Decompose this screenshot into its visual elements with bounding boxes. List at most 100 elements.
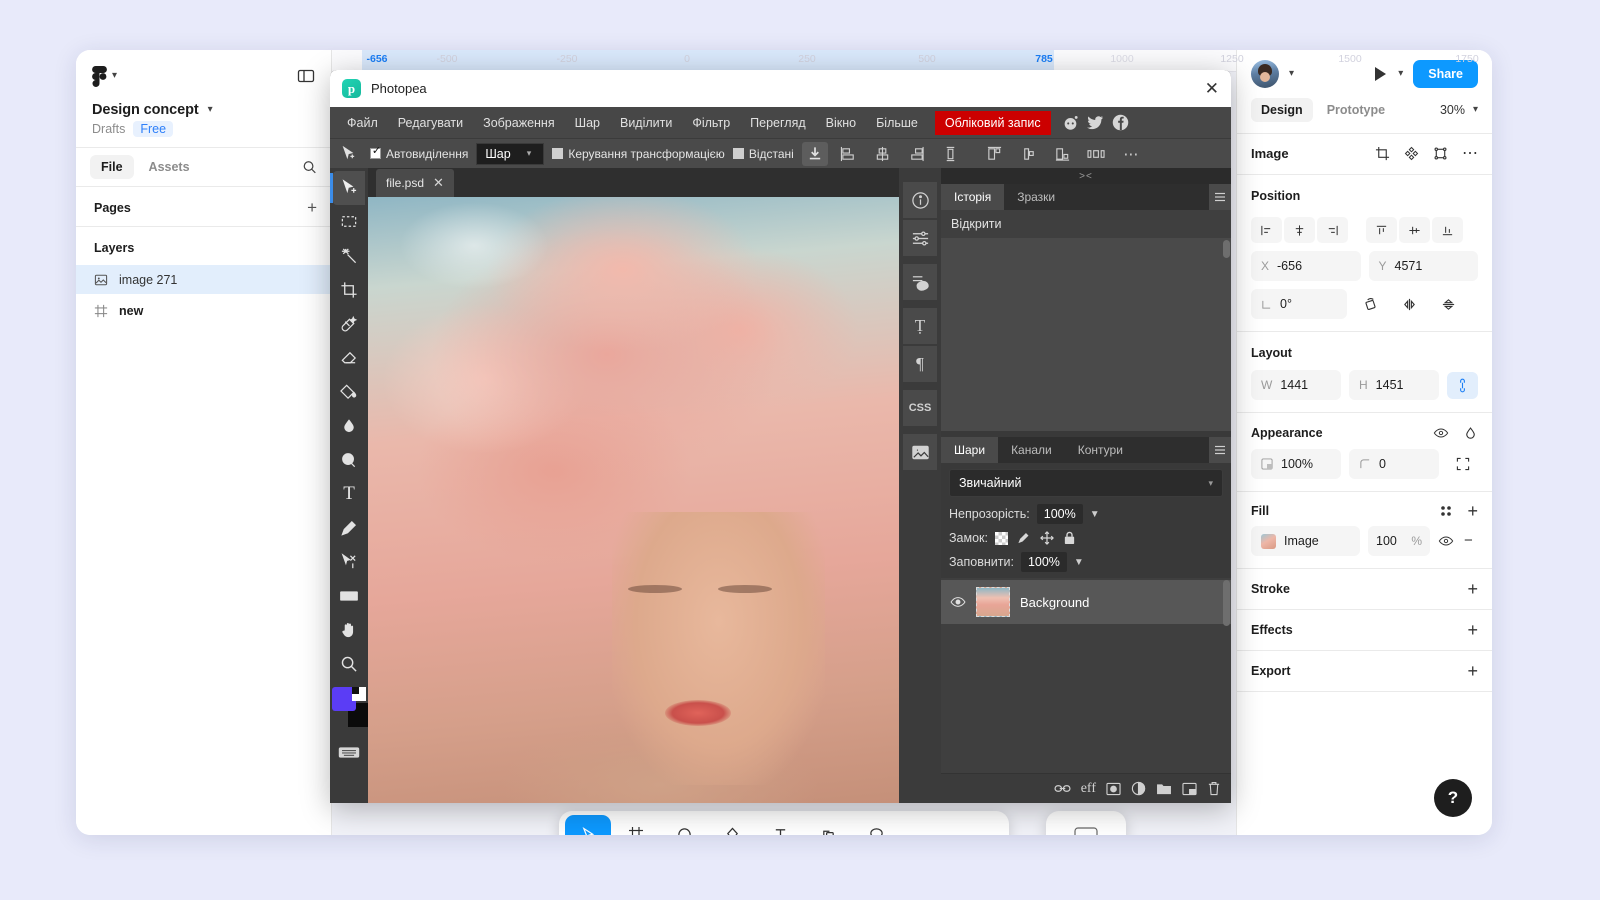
- adjustment-layer-icon[interactable]: [1131, 781, 1146, 796]
- new-layer-icon[interactable]: [1182, 782, 1197, 796]
- move-tool-icon[interactable]: [565, 815, 611, 835]
- effects-section[interactable]: Effects +: [1237, 610, 1492, 651]
- rotation-field[interactable]: 0°: [1251, 289, 1347, 319]
- layer-mask-icon[interactable]: [1106, 782, 1121, 796]
- delete-layer-icon[interactable]: [1207, 781, 1221, 796]
- menu-layer[interactable]: Шар: [566, 112, 609, 134]
- menu-filter[interactable]: Фільтр: [683, 112, 739, 134]
- brush-settings-icon[interactable]: [903, 264, 937, 300]
- more-icon[interactable]: ⋯: [1118, 142, 1144, 166]
- components-icon[interactable]: [1404, 146, 1419, 161]
- menu-image[interactable]: Зображення: [474, 112, 563, 134]
- fill-opacity-field[interactable]: 100 %: [1368, 526, 1430, 556]
- opacity-value[interactable]: 100%: [1037, 504, 1083, 524]
- move-tool-icon[interactable]: [333, 171, 365, 205]
- style-library-icon[interactable]: [1439, 504, 1453, 518]
- lock-all-icon[interactable]: [1063, 531, 1076, 545]
- corner-radius-field[interactable]: 0: [1349, 449, 1439, 479]
- panel-menu-icon[interactable]: [1209, 184, 1231, 210]
- eye-icon[interactable]: [1433, 425, 1449, 441]
- align-horizontal-centers-icon[interactable]: [870, 142, 896, 166]
- layers-scrollbar[interactable]: [1223, 580, 1230, 626]
- lock-position-icon[interactable]: [1040, 531, 1054, 545]
- tab-prototype[interactable]: Prototype: [1317, 98, 1395, 122]
- menu-file[interactable]: Файл: [338, 112, 387, 134]
- blur-tool-icon[interactable]: [333, 409, 365, 443]
- tab-design[interactable]: Design: [1251, 98, 1313, 122]
- blend-mode-select[interactable]: Звичайний ▾: [949, 469, 1223, 497]
- menu-edit[interactable]: Редагувати: [389, 112, 472, 134]
- avatar[interactable]: [1251, 60, 1279, 88]
- close-icon[interactable]: ✕: [1205, 80, 1219, 97]
- distances-checkbox[interactable]: Відстані: [733, 147, 794, 161]
- account-button[interactable]: Обліковий запис: [935, 111, 1051, 135]
- history-scrollbar[interactable]: [1223, 240, 1230, 258]
- independent-corners-icon[interactable]: [1447, 451, 1478, 478]
- panel-menu-icon[interactable]: [1209, 437, 1231, 463]
- plus-icon[interactable]: +: [1467, 624, 1478, 636]
- pen-tool-icon[interactable]: [709, 815, 755, 835]
- stroke-section[interactable]: Stroke +: [1237, 569, 1492, 610]
- panel-toggle-icon[interactable]: [297, 67, 315, 85]
- keyboard-icon[interactable]: [333, 735, 365, 769]
- align-bottom-edges-icon[interactable]: [1050, 142, 1076, 166]
- fill-dropdown-icon[interactable]: ▼: [1074, 557, 1084, 568]
- layer-effects-icon[interactable]: eff: [1081, 781, 1096, 797]
- breadcrumb-drafts[interactable]: Drafts: [92, 122, 125, 136]
- present-play-icon[interactable]: [1375, 67, 1386, 81]
- figma-menu-button[interactable]: ▾: [92, 66, 117, 87]
- patch-tool-icon[interactable]: [333, 307, 365, 341]
- align-vertical-centers-icon[interactable]: [1016, 142, 1042, 166]
- dodge-tool-icon[interactable]: [333, 443, 365, 477]
- pen-tool-icon[interactable]: [333, 511, 365, 545]
- swap-colors-icon[interactable]: [352, 687, 359, 694]
- search-icon[interactable]: [302, 160, 317, 175]
- history-panel-body[interactable]: [941, 238, 1231, 431]
- present-chevron-down-icon[interactable]: ▾: [1398, 69, 1403, 79]
- lock-pixels-icon[interactable]: [1017, 531, 1031, 545]
- download-icon[interactable]: [802, 142, 828, 166]
- layer-item-new[interactable]: new: [76, 296, 331, 325]
- link-layers-icon[interactable]: [1054, 782, 1071, 795]
- path-select-icon[interactable]: [333, 545, 365, 579]
- tab-swatches[interactable]: Зразки: [1004, 184, 1068, 210]
- fill-value[interactable]: 100%: [1021, 552, 1067, 572]
- tab-channels[interactable]: Канали: [998, 437, 1065, 463]
- figma-actions-toolbar[interactable]: [1046, 811, 1126, 835]
- facebook-icon[interactable]: [1111, 113, 1130, 132]
- type-tool-icon[interactable]: T: [333, 477, 365, 511]
- close-icon[interactable]: ✕: [433, 175, 444, 191]
- height-field[interactable]: H 1451: [1349, 370, 1439, 400]
- align-left-icon[interactable]: [1251, 217, 1282, 243]
- autoselect-checkbox[interactable]: Автовиділення: [370, 147, 468, 161]
- tab-assets[interactable]: Assets: [138, 155, 201, 179]
- plus-icon[interactable]: +: [1467, 665, 1478, 677]
- history-entry[interactable]: Відкрити: [941, 210, 1231, 238]
- align-vertical-center-icon[interactable]: [1399, 217, 1430, 243]
- photopea-layer-row[interactable]: Background: [941, 580, 1231, 624]
- tab-paths[interactable]: Контури: [1065, 437, 1136, 463]
- magic-wand-icon[interactable]: [333, 239, 365, 273]
- color-swatches[interactable]: [332, 687, 366, 721]
- crop-icon[interactable]: [1375, 146, 1390, 161]
- menu-window[interactable]: Вікно: [817, 112, 865, 134]
- flip-horizontal-icon[interactable]: [1394, 291, 1425, 318]
- info-panel-icon[interactable]: [903, 182, 937, 218]
- flip-vertical-icon[interactable]: [1433, 291, 1464, 318]
- image-panel-icon[interactable]: [903, 434, 937, 470]
- export-section[interactable]: Export +: [1237, 651, 1492, 692]
- opacity-dropdown-icon[interactable]: ▼: [1090, 509, 1100, 520]
- document-tab[interactable]: file.psd ✕: [376, 169, 454, 197]
- help-button[interactable]: ?: [1434, 779, 1472, 817]
- distribute-spacing-icon[interactable]: [1084, 142, 1110, 166]
- comment-tool-icon[interactable]: [853, 815, 899, 835]
- rectangular-marquee-icon[interactable]: [333, 205, 365, 239]
- paint-bucket-icon[interactable]: [333, 375, 365, 409]
- distribute-icon[interactable]: [938, 142, 964, 166]
- horizontal-ruler[interactable]: -656 -500 -250 0 250 500 785 1000 1250 1…: [332, 50, 1236, 72]
- minus-icon[interactable]: −: [1464, 536, 1478, 546]
- menu-view[interactable]: Перегляд: [741, 112, 814, 134]
- eye-icon[interactable]: [1438, 533, 1456, 549]
- resources-tool-icon[interactable]: [805, 815, 851, 835]
- crop-tool-icon[interactable]: [333, 273, 365, 307]
